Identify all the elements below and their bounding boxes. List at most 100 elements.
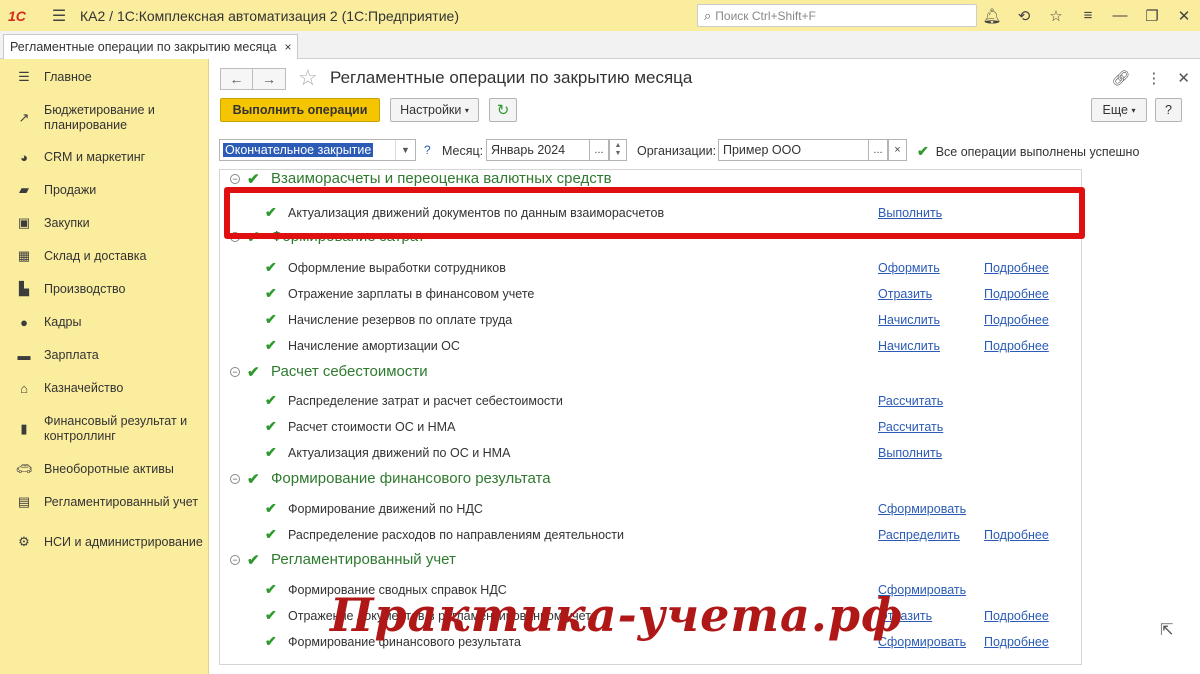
- group-header[interactable]: − ✔ Взаиморасчеты и переоценка валютных …: [220, 170, 1081, 190]
- book-icon: ▤: [17, 494, 31, 509]
- list-item: ✔ Актуализация движений документов по да…: [265, 204, 943, 220]
- sidebar-item-treasury[interactable]: ⌂ Казначейство: [0, 380, 209, 396]
- minimize-icon[interactable]: —: [1104, 0, 1136, 31]
- sidebar-item-main[interactable]: ☰ Главное: [0, 69, 209, 85]
- action-link[interactable]: Выполнить: [878, 446, 942, 460]
- bank-icon: ⌂: [20, 380, 28, 396]
- mode-select[interactable]: Окончательное закрытие ▼: [219, 139, 416, 161]
- warehouse-icon: ▦: [17, 248, 31, 263]
- list-item: ✔ Начисление амортизации ОС Начислить По…: [265, 337, 1049, 353]
- details-link[interactable]: Подробнее: [984, 261, 1049, 275]
- check-icon: ✔: [247, 229, 260, 246]
- star-icon[interactable]: ☆: [1040, 0, 1072, 31]
- org-clear-button[interactable]: ×: [888, 139, 907, 161]
- check-icon: ✔: [265, 259, 277, 275]
- main-menu-icon[interactable]: ☰: [44, 0, 74, 31]
- month-select-button[interactable]: ...: [589, 139, 609, 161]
- collapse-icon[interactable]: −: [230, 174, 240, 184]
- check-icon: ✔: [265, 607, 277, 623]
- collapse-icon[interactable]: −: [230, 232, 240, 242]
- action-link[interactable]: Начислить: [878, 313, 940, 327]
- action-link[interactable]: Рассчитать: [878, 420, 943, 434]
- mode-help-icon[interactable]: ?: [424, 143, 431, 157]
- check-icon: ✔: [247, 364, 260, 381]
- sidebar-item-fixed-assets[interactable]: 🚗︎ Внеоборотные активы: [0, 461, 209, 477]
- sidebar-item-regulated-accounting[interactable]: ▤ Регламентированный учет: [0, 494, 209, 510]
- sidebar-item-production[interactable]: ▙ Производство: [0, 281, 209, 297]
- action-link[interactable]: Начислить: [878, 339, 940, 353]
- sidebar-item-salary[interactable]: ▬ Зарплата: [0, 347, 209, 363]
- check-icon: ✔: [247, 552, 260, 569]
- check-icon: ✔: [265, 204, 277, 220]
- car-icon: 🚗︎: [15, 461, 33, 476]
- group-header[interactable]: − ✔ Формирование финансового результата: [220, 470, 1081, 490]
- search-input[interactable]: ⌕ Поиск Ctrl+Shift+F: [697, 4, 977, 27]
- details-link[interactable]: Подробнее: [984, 287, 1049, 301]
- details-link[interactable]: Подробнее: [984, 609, 1049, 623]
- group-header[interactable]: − ✔ Формирование затрат: [220, 228, 1081, 248]
- refresh-icon: ↻: [496, 102, 510, 119]
- favorite-star-icon[interactable]: ☆: [298, 65, 318, 91]
- restore-icon[interactable]: ❐: [1136, 0, 1168, 31]
- sidebar-item-budgeting[interactable]: ↗ Бюджетирование и планирование: [0, 103, 209, 133]
- group-header[interactable]: − ✔ Расчет себестоимости: [220, 363, 1081, 383]
- sidebar-item-warehouse[interactable]: ▦ Склад и доставка: [0, 248, 209, 264]
- action-link[interactable]: Рассчитать: [878, 394, 943, 408]
- link-icon[interactable]: 🔗︎: [1111, 69, 1130, 87]
- month-field[interactable]: Январь 2024: [486, 139, 590, 161]
- sidebar-item-hr[interactable]: ● Кадры: [0, 314, 209, 330]
- dropdown-arrow-icon[interactable]: ▼: [395, 140, 415, 160]
- action-link[interactable]: Выполнить: [878, 206, 942, 220]
- collapse-icon[interactable]: −: [230, 474, 240, 484]
- list-item: ✔ Начисление резервов по оплате труда На…: [265, 311, 1049, 327]
- refresh-button[interactable]: ↻: [489, 98, 517, 122]
- sidebar-item-admin[interactable]: ⚙ НСИ и администрирование: [0, 527, 209, 557]
- list-item: ✔ Распределение расходов по направлениям…: [265, 526, 1049, 542]
- list-item: ✔ Распределение затрат и расчет себестои…: [265, 392, 944, 408]
- tab-closing-operations[interactable]: Регламентные операции по закрытию месяца…: [3, 34, 299, 59]
- close-icon[interactable]: ✕: [1168, 0, 1200, 31]
- form-area: ← → ☆ Регламентные операции по закрытию …: [210, 59, 1200, 674]
- bell-icon[interactable]: 🔔︎: [976, 0, 1008, 31]
- check-icon: ✔: [917, 143, 929, 159]
- bars-icon: ▮: [20, 421, 28, 436]
- collapse-icon[interactable]: −: [230, 367, 240, 377]
- help-button[interactable]: ?: [1155, 98, 1182, 122]
- arrow-right-icon: →: [262, 71, 276, 87]
- collapse-icon[interactable]: −: [230, 555, 240, 565]
- settings-button[interactable]: Настройки ▾: [390, 98, 479, 122]
- month-stepper[interactable]: ▲ ▼: [609, 139, 627, 161]
- menu-icon[interactable]: ≡: [1072, 0, 1104, 31]
- check-icon: ✔: [265, 581, 277, 597]
- group-header[interactable]: − ✔ Регламентированный учет: [220, 551, 1081, 571]
- details-link[interactable]: Подробнее: [984, 635, 1049, 649]
- sidebar-item-purchases[interactable]: ▣ Закупки: [0, 215, 209, 231]
- details-link[interactable]: Подробнее: [984, 313, 1049, 327]
- org-field[interactable]: Пример ООО: [718, 139, 869, 161]
- check-icon: ✔: [265, 337, 277, 353]
- action-link[interactable]: Отразить: [878, 287, 932, 301]
- action-link[interactable]: Оформить: [878, 261, 940, 275]
- list-item: ✔ Оформление выработки сотрудников Оформ…: [265, 259, 1049, 275]
- more-button[interactable]: Еще ▾: [1091, 98, 1147, 122]
- history-icon[interactable]: ⟲: [1008, 0, 1040, 31]
- sidebar-item-financial-result[interactable]: ▮ Финансовый результат и контроллинг: [0, 414, 209, 444]
- tab-close-icon[interactable]: ×: [284, 40, 291, 54]
- month-label: Месяц:: [442, 144, 484, 158]
- action-link[interactable]: Сформировать: [878, 502, 966, 516]
- more-vertical-icon[interactable]: ⋮: [1146, 69, 1161, 87]
- back-button[interactable]: ←: [220, 68, 253, 90]
- run-operations-button[interactable]: Выполнить операции: [220, 98, 380, 122]
- list-item: ✔ Расчет стоимости ОС и НМА Рассчитать: [265, 418, 944, 434]
- forward-button[interactable]: →: [253, 68, 286, 90]
- app-title: КА2 / 1С:Комплексная автоматизация 2 (1С…: [80, 7, 459, 24]
- details-link[interactable]: Подробнее: [984, 339, 1049, 353]
- org-select-button[interactable]: ...: [868, 139, 888, 161]
- close-form-icon[interactable]: ✕: [1177, 69, 1190, 87]
- org-label: Организации:: [637, 144, 717, 158]
- search-icon: ⌕: [704, 7, 712, 23]
- sidebar-item-crm[interactable]: ◕ CRM и маркетинг: [0, 149, 209, 165]
- action-link[interactable]: Распределить: [878, 528, 960, 542]
- details-link[interactable]: Подробнее: [984, 528, 1049, 542]
- sidebar-item-sales[interactable]: ▰ Продажи: [0, 182, 209, 198]
